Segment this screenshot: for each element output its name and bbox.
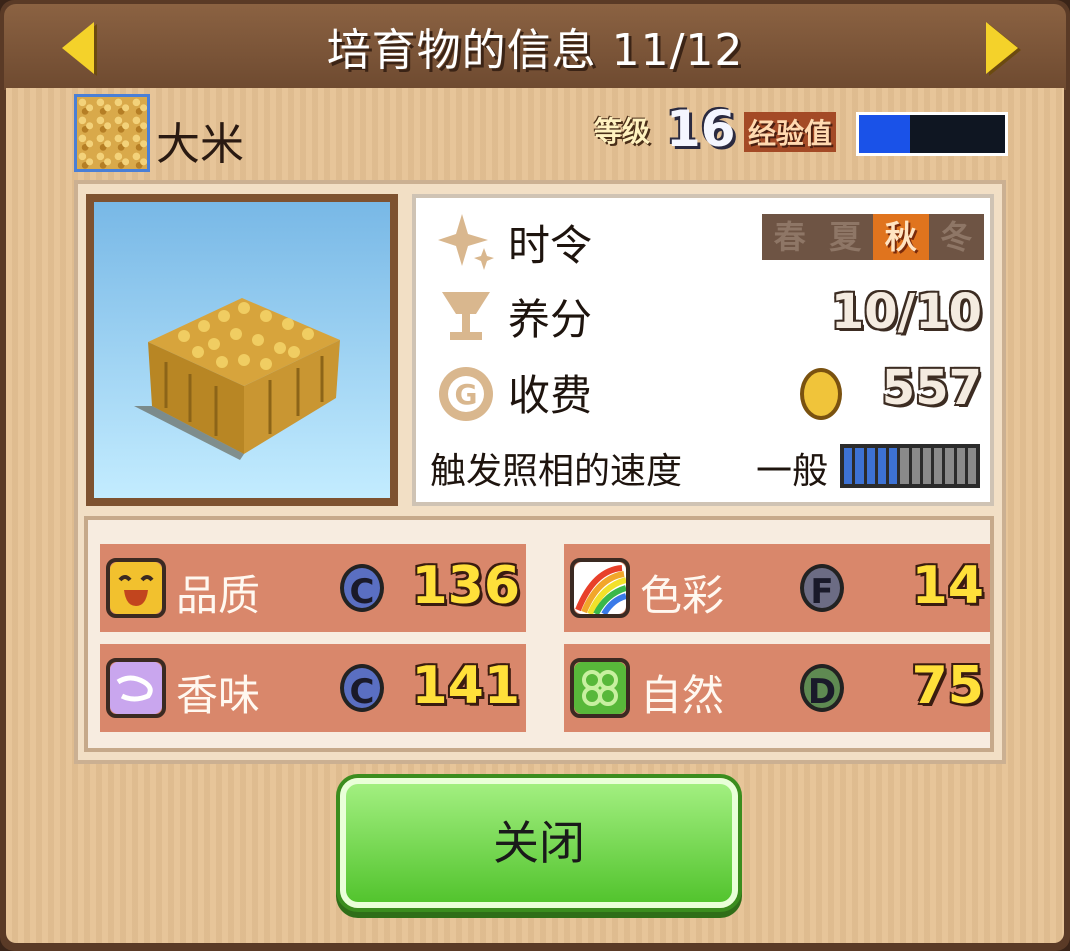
stat-name: 香味 <box>176 671 261 720</box>
clover-icon <box>570 658 630 718</box>
nutrients-label: 养分 <box>508 295 593 344</box>
speed-segment <box>956 448 965 484</box>
stat-aroma: 香味 C 141 <box>100 644 526 732</box>
photo-speed-bar <box>840 444 980 488</box>
goblet-icon <box>442 292 490 340</box>
svg-text:G: G <box>455 378 478 411</box>
photo-speed-label: 触发照相的速度 <box>430 451 683 492</box>
speed-segment <box>877 448 886 484</box>
crop-photo-frame <box>86 194 398 506</box>
season-autumn: 秋 <box>873 214 929 260</box>
photo-speed-rating: 一般 <box>756 451 829 492</box>
g-coin-icon: G <box>439 367 493 421</box>
rainbow-icon <box>570 558 630 618</box>
speed-segment <box>844 448 853 484</box>
gold-coin-icon <box>800 368 842 420</box>
stat-value: 141 <box>411 656 520 716</box>
stat-value: 14 <box>911 556 984 616</box>
season-strip: 春 夏 秋 冬 <box>762 214 984 260</box>
season-winter: 冬 <box>940 218 973 256</box>
fee-label: 收费 <box>508 371 593 420</box>
speed-segment <box>967 448 976 484</box>
close-button[interactable]: 关闭 <box>340 778 738 908</box>
stat-nature: 自然 D 75 <box>564 644 990 732</box>
season-summer: 夏 <box>829 218 862 256</box>
exp-bar <box>856 112 1008 156</box>
rice-field-illustration <box>134 298 340 460</box>
exp-label: 经验值 <box>744 112 837 152</box>
dialog-title: 培育物的信息 11/12 <box>326 25 744 76</box>
scent-cloud-icon <box>106 658 166 718</box>
grade-badge: C <box>340 564 384 612</box>
stat-value: 75 <box>911 656 984 716</box>
speed-segment <box>855 448 864 484</box>
season-spring: 春 <box>773 218 806 256</box>
close-button-label: 关闭 <box>493 816 585 870</box>
season-label: 时令 <box>508 221 593 270</box>
grade-badge: C <box>340 664 384 712</box>
fee-value: 557 <box>881 360 982 416</box>
level-label: 等级 <box>594 115 651 148</box>
left-arrow-icon[interactable] <box>62 22 94 74</box>
rice-icon <box>74 94 150 172</box>
exp-bar-fill <box>859 115 911 153</box>
crop-photo <box>94 202 390 498</box>
stats-panel: 品质 C 136 色彩 F 14 香味 C 141 自然 D 75 <box>84 516 994 752</box>
stat-name: 自然 <box>640 671 725 720</box>
speed-segment <box>900 448 909 484</box>
stat-value: 136 <box>411 556 520 616</box>
grade-badge: D <box>800 664 844 712</box>
smiley-face-icon <box>106 558 166 618</box>
right-arrow-icon[interactable] <box>986 22 1018 74</box>
speed-segment <box>889 448 898 484</box>
crop-info-box: 时令 春 夏 秋 冬 养分 10/10 G 收费 557 触发照相的速度 一般 <box>412 194 994 506</box>
stat-quality: 品质 C 136 <box>100 544 526 632</box>
nutrients-value: 10/10 <box>830 284 982 340</box>
sparkle-icon <box>438 214 494 270</box>
stat-name: 品质 <box>176 571 261 620</box>
stat-name: 色彩 <box>640 571 725 620</box>
speed-segment <box>866 448 875 484</box>
grade-badge: F <box>800 564 844 612</box>
level-value: 16 <box>666 100 736 158</box>
crop-name: 大米 <box>156 119 244 170</box>
speed-segment <box>934 448 943 484</box>
speed-segment <box>945 448 954 484</box>
stat-color: 色彩 F 14 <box>564 544 990 632</box>
speed-segment <box>922 448 931 484</box>
speed-segment <box>911 448 920 484</box>
